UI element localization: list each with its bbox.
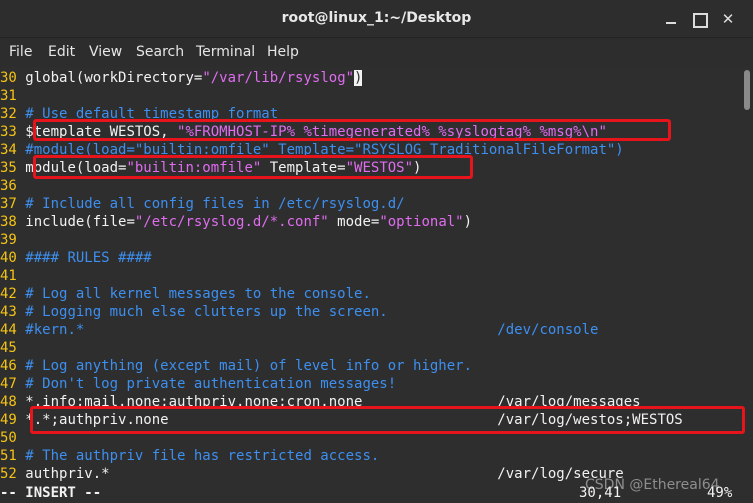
line-number: 50	[0, 430, 26, 446]
code-token: # Log all kernel messages to the console…	[25, 286, 371, 302]
line-number: 30	[0, 70, 26, 86]
editor-line: 49 *.*;authpriv.none /var/log/westos;WES…	[0, 411, 683, 429]
code-token: "WESTOS"	[345, 160, 414, 176]
line-number: 47	[0, 376, 26, 392]
editor-line: 52 authpriv.* /var/log/secure	[0, 465, 624, 483]
editor-line: 50	[0, 429, 25, 447]
line-number: 39	[0, 232, 26, 248]
line-number: 38	[0, 214, 26, 230]
code-token: $template WESTOS,	[25, 124, 178, 140]
editor-line: 39	[0, 231, 25, 249]
line-number: 31	[0, 88, 26, 104]
editor-line: 34 #module(load="builtin:omfile" Templat…	[0, 141, 624, 159]
editor-line: 51 # The authpriv file has restricted ac…	[0, 447, 379, 465]
code-token: #### RULES ####	[25, 250, 152, 266]
code-token: # Logging much else clutters up the scre…	[25, 304, 388, 320]
code-token: # Log anything (except mail) of level in…	[25, 358, 473, 374]
editor-line: 33 $template WESTOS, "%FROMHOST-IP% %tim…	[0, 123, 607, 141]
line-number: 49	[0, 412, 26, 428]
code-token: authpriv.* /var/log/secure	[25, 466, 624, 482]
menu-help[interactable]: Help	[267, 44, 299, 60]
editor-line: 48 *.info;mail.none;authpriv.none;cron.n…	[0, 393, 641, 411]
editor-line: 31	[0, 87, 25, 105]
code-token: # Don't log private authentication messa…	[25, 376, 397, 392]
code-token: "optional"	[379, 214, 464, 230]
editor-line: 44 #kern.* /dev/console	[0, 321, 598, 339]
menu-file[interactable]: File	[9, 44, 32, 60]
menu-view[interactable]: View	[89, 44, 122, 60]
editor-line: 36	[0, 177, 25, 195]
line-number: 43	[0, 304, 26, 320]
line-number: 41	[0, 268, 26, 284]
editor-line: 43 # Logging much else clutters up the s…	[0, 303, 388, 321]
line-number: 32	[0, 106, 26, 122]
code-token: include(file=	[25, 214, 135, 230]
code-token: # The authpriv file has restricted acces…	[25, 448, 380, 464]
minimize-icon[interactable]	[661, 9, 681, 29]
line-number: 34	[0, 142, 26, 158]
editor-line: 40 #### RULES ####	[0, 249, 152, 267]
editor-line: 41	[0, 267, 25, 285]
menu-terminal[interactable]: Terminal	[196, 44, 255, 60]
window-title: root@linux_1:~/Desktop	[281, 10, 472, 26]
editor-line: 42 # Log all kernel messages to the cons…	[0, 285, 371, 303]
code-token: #kern.* /dev/console	[25, 322, 599, 338]
editor-line: 38 include(file="/etc/rsyslog.d/*.conf" …	[0, 213, 472, 231]
code-token: "/etc/rsyslog.d/*.conf"	[134, 214, 329, 230]
menu-bar: File Edit View Search Terminal Help	[0, 38, 753, 67]
code-token: )	[463, 214, 473, 230]
scrollbar[interactable]	[744, 70, 750, 110]
line-number: 44	[0, 322, 26, 338]
line-number: 40	[0, 250, 26, 266]
code-token: workDirectory=	[84, 70, 203, 86]
editor-line: 30 global(workDirectory="/var/lib/rsyslo…	[0, 69, 363, 87]
code-token: )	[354, 70, 363, 86]
line-number: 46	[0, 358, 26, 374]
code-token: module(load=	[25, 160, 127, 176]
terminal-area[interactable]: 30 global(workDirectory="/var/lib/rsyslo…	[0, 67, 753, 503]
code-token: "%FROMHOST-IP% %timegenerated% %syslogta…	[177, 124, 607, 140]
line-number: 35	[0, 160, 26, 176]
line-number: 33	[0, 124, 26, 140]
maximize-icon[interactable]	[689, 9, 709, 29]
editor-line: 45	[0, 339, 25, 357]
menu-search[interactable]: Search	[136, 44, 184, 60]
line-number: 37	[0, 196, 26, 212]
code-token: )	[413, 160, 422, 176]
menu-edit[interactable]: Edit	[48, 44, 75, 60]
editor-line: 46 # Log anything (except mail) of level…	[0, 357, 472, 375]
code-token: *.*;authpriv.none /var/log/westos;WESTOS	[25, 412, 683, 428]
code-token: *.info;mail.none;authpriv.none;cron.none…	[25, 394, 641, 410]
editor-line: 32 # Use default timestamp format	[0, 105, 278, 123]
code-token: "/var/lib/rsyslog"	[202, 70, 355, 86]
code-token: Template=	[261, 160, 346, 176]
close-icon[interactable]: ✕	[718, 9, 738, 29]
editor-line: 47 # Don't log private authentication me…	[0, 375, 396, 393]
code-token: #module(load="builtin:omfile" Template="…	[25, 142, 624, 158]
line-number: 42	[0, 286, 26, 302]
code-token: mode=	[328, 214, 380, 230]
title-bar: root@linux_1:~/Desktop ✕	[0, 0, 753, 38]
line-number: 48	[0, 394, 26, 410]
code-token: "builtin:omfile"	[126, 160, 262, 176]
code-token: # Use default timestamp format	[25, 106, 279, 122]
line-number: 52	[0, 466, 26, 482]
code-token: # Include all config files in /etc/rsysl…	[25, 196, 405, 212]
line-number: 36	[0, 178, 26, 194]
line-number: 51	[0, 448, 26, 464]
line-number: 45	[0, 340, 26, 356]
watermark: CSDN @Ethereal64	[585, 477, 720, 493]
editor-line: 35 module(load="builtin:omfile" Template…	[0, 159, 421, 177]
editor-line: 37 # Include all config files in /etc/rs…	[0, 195, 405, 213]
vim-mode-indicator: -- INSERT --	[0, 485, 102, 501]
code-token: global(	[25, 70, 85, 86]
